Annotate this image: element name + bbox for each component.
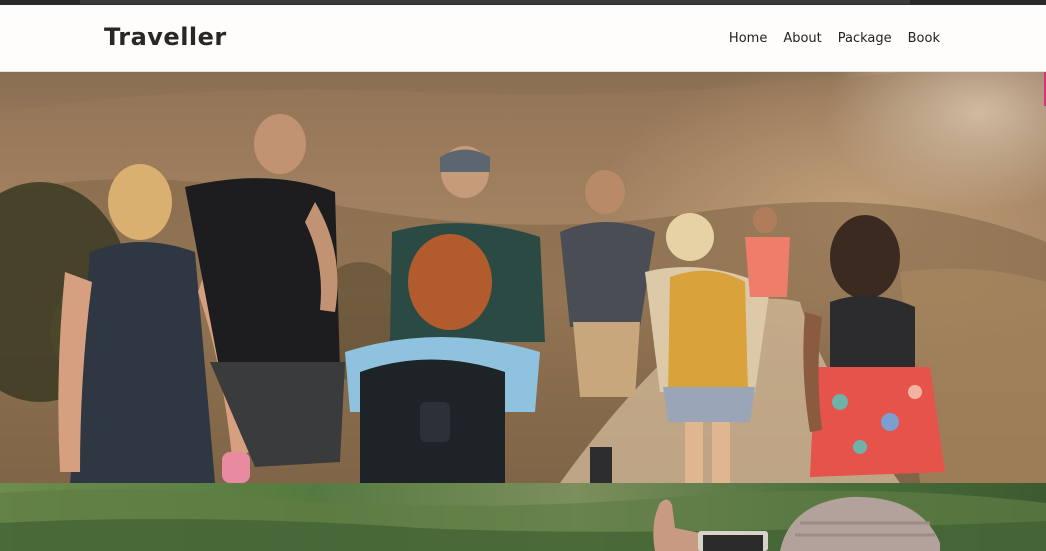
nav-link-book[interactable]: Book — [908, 31, 940, 46]
brand-logo-text[interactable]: Traveller — [104, 23, 227, 51]
hero-illustration — [0, 72, 1046, 483]
nav-link-home[interactable]: Home — [729, 31, 767, 46]
main-nav: Home About Package Book — [729, 31, 940, 46]
nav-link-package[interactable]: Package — [838, 31, 892, 46]
secondary-illustration — [0, 489, 1046, 551]
nav-link-about[interactable]: About — [783, 31, 821, 46]
site-header: Traveller Home About Package Book — [0, 5, 1046, 72]
hero-image-hikers — [0, 72, 1046, 483]
secondary-image-section — [0, 483, 1046, 551]
